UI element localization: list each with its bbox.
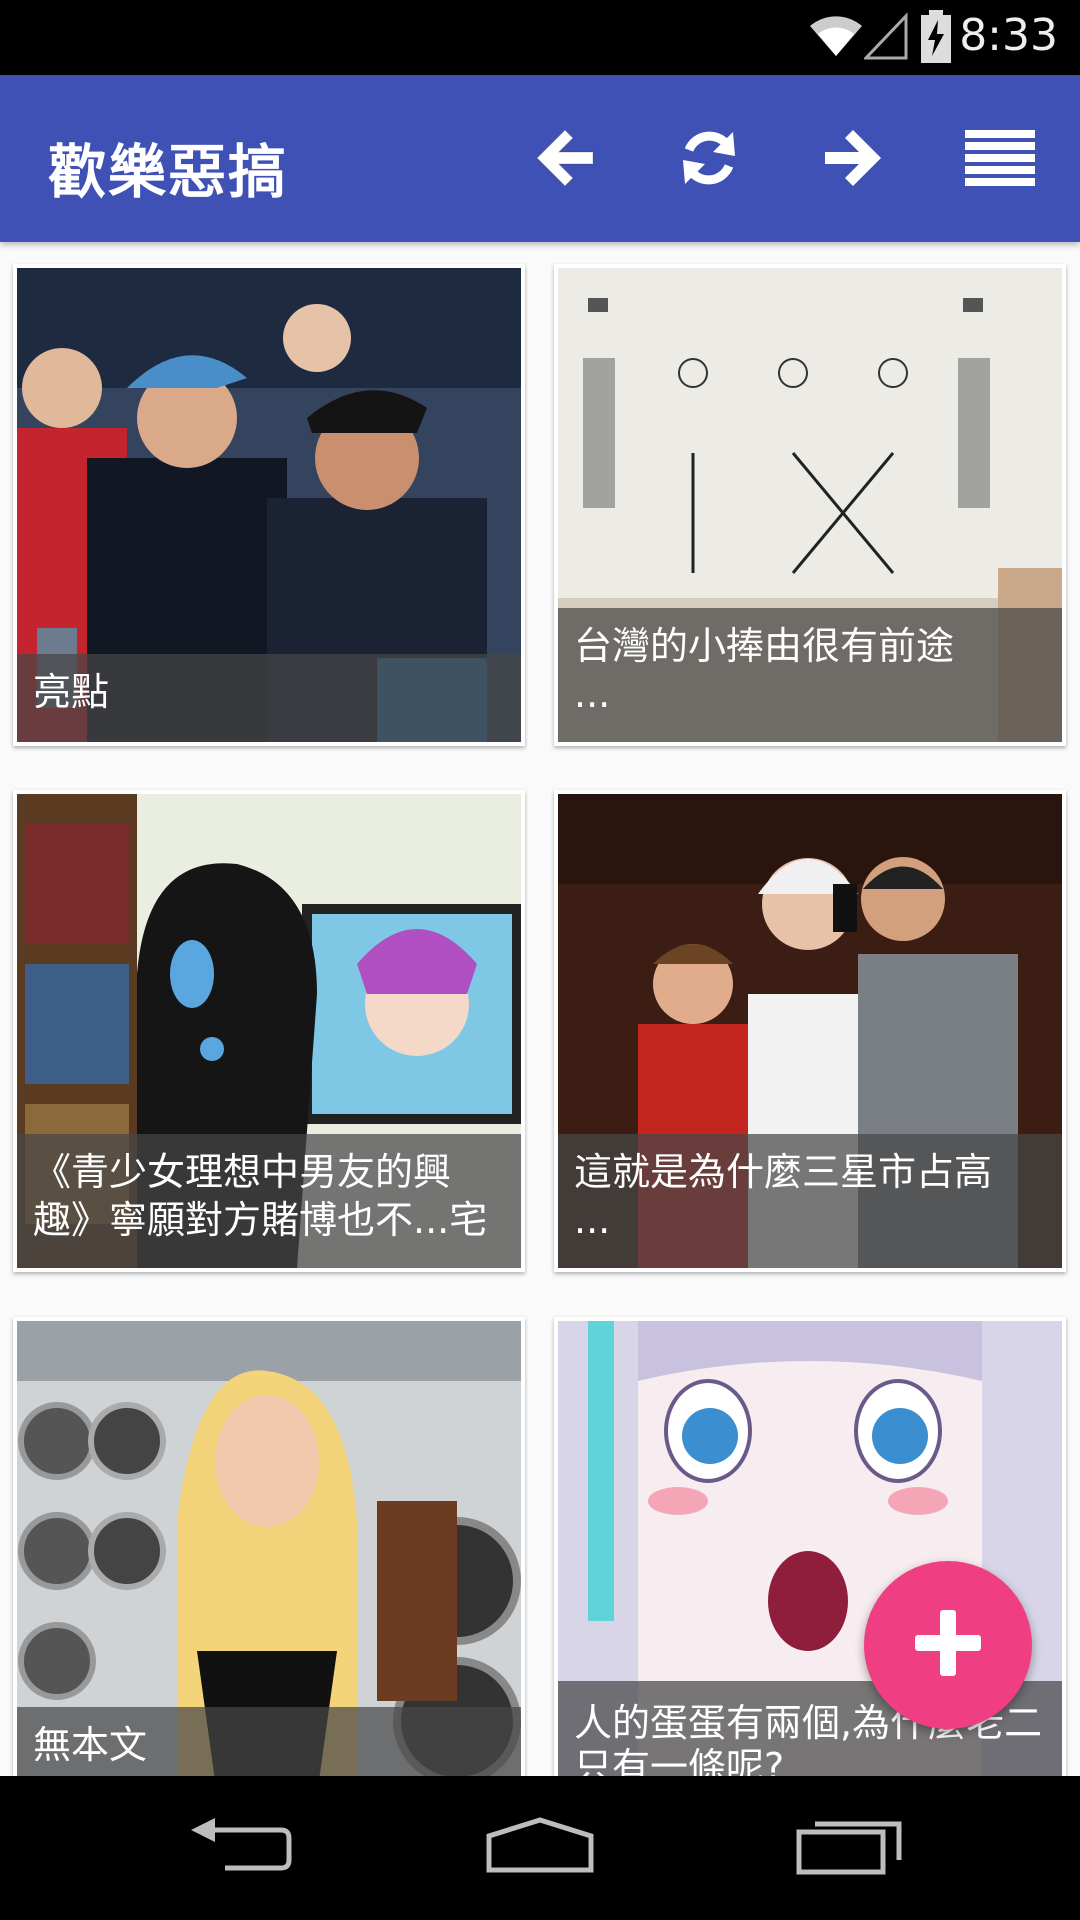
- plus-icon: [913, 1608, 983, 1682]
- menu-button[interactable]: [955, 115, 1045, 205]
- add-fab-button[interactable]: [864, 1561, 1032, 1729]
- back-button[interactable]: [520, 115, 610, 205]
- back-arrow-icon: [533, 128, 597, 192]
- card-item[interactable]: 亮點: [13, 264, 525, 746]
- signal-icon: [862, 10, 908, 64]
- card-item[interactable]: 《青少女理想中男友的興趣》寧願對方賭博也不...宅: [13, 790, 525, 1272]
- navigation-bar: [0, 1776, 1080, 1920]
- card-item[interactable]: 台灣的小捧由很有前途 ...: [554, 264, 1066, 746]
- card-grid: 亮點 台灣的小捧由很有前途 ... 《青少女理想中男友的興趣》寧願對方賭博也不.…: [0, 242, 1080, 1776]
- card-caption: 這就是為什麼三星市占高 ...: [558, 1134, 1062, 1268]
- card-caption: 無本文: [17, 1707, 521, 1776]
- wifi-icon: [808, 10, 864, 64]
- forward-button[interactable]: [808, 115, 898, 205]
- nav-back-button[interactable]: [180, 1803, 300, 1893]
- menu-icon: [965, 130, 1035, 190]
- nav-recents-button[interactable]: [790, 1803, 910, 1893]
- recents-icon: [795, 1816, 905, 1880]
- nav-home-button[interactable]: [480, 1803, 600, 1893]
- forward-arrow-icon: [821, 128, 885, 192]
- app-title: 歡樂惡搞: [48, 138, 289, 206]
- back-icon: [185, 1816, 295, 1880]
- card-caption: 台灣的小捧由很有前途 ...: [558, 608, 1062, 742]
- card-item[interactable]: 這就是為什麼三星市占高 ...: [554, 790, 1066, 1272]
- card-caption: 亮點: [17, 654, 521, 742]
- status-time: 8:33: [959, 10, 1058, 61]
- card-item[interactable]: 無本文: [13, 1317, 525, 1776]
- refresh-button[interactable]: [664, 115, 754, 205]
- battery-charging-icon: [920, 10, 952, 68]
- card-caption: 《青少女理想中男友的興趣》寧願對方賭博也不...宅: [17, 1134, 521, 1268]
- app-bar: 歡樂惡搞: [0, 75, 1080, 242]
- refresh-icon: [677, 126, 741, 194]
- home-icon: [485, 1816, 595, 1880]
- status-bar: 8:33: [0, 0, 1080, 75]
